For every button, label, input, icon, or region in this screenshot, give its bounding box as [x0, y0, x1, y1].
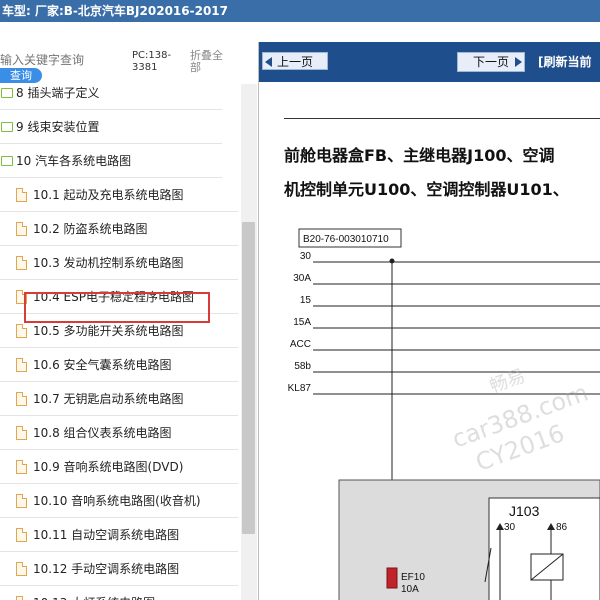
page-rule: [284, 118, 600, 119]
tree-scrollbar[interactable]: [241, 84, 257, 600]
arrow-right-icon: [515, 57, 522, 67]
tree-item-label: 10.12 手动空调系统电路图: [33, 562, 180, 576]
tree-item-label: 10.6 安全气囊系统电路图: [33, 358, 172, 372]
fuse-icon: [386, 567, 398, 589]
tree-doc-item[interactable]: 10.8 组合仪表系统电路图: [0, 416, 238, 450]
tree-doc-item[interactable]: 10.11 自动空调系统电路图: [0, 518, 238, 552]
document-page: 前舱电器盒FB、主继电器J100、空调 机控制单元U100、空调控制器U101、…: [259, 82, 600, 600]
scrollbar-thumb[interactable]: [242, 222, 255, 534]
tree-item-label: 10 汽车各系统电路图: [16, 154, 132, 168]
document-icon: [16, 595, 27, 600]
prev-page-label: 上一页: [277, 55, 314, 69]
junction-dot: [389, 258, 395, 264]
pin30-label: 30: [504, 522, 516, 533]
next-page-button[interactable]: 下一页: [457, 52, 525, 72]
document-icon: [16, 425, 27, 440]
folder-icon: [1, 121, 13, 132]
pc-label: PC:138-3381: [132, 50, 172, 73]
tree-item-label: 9 线束安装位置: [16, 120, 100, 134]
tree-doc-item[interactable]: 10.2 防盗系统电路图: [0, 212, 238, 246]
next-page-label: 下一页: [472, 55, 509, 69]
tree-item-label: 10.9 音响系统电路图(DVD): [33, 460, 184, 474]
tree-doc-item[interactable]: 10.1 起动及充电系统电路图: [0, 178, 238, 212]
selected-item-highlight: [24, 292, 210, 323]
tree-item-label: 10.8 组合仪表系统电路图: [33, 426, 172, 440]
document-icon: [16, 459, 27, 474]
document-icon: [16, 391, 27, 406]
tree-item-label: 10.3 发动机控制系统电路图: [33, 256, 184, 270]
document-viewer: 上一页 下一页 [刷新当前 前舱电器盒FB、主继电器J100、空调 机控制单元U…: [259, 42, 600, 600]
search-input[interactable]: [0, 50, 128, 70]
tree-folder-item[interactable]: 10 汽车各系统电路图: [0, 144, 222, 178]
arrow-left-icon: [265, 57, 272, 67]
pin86-label: 86: [556, 522, 568, 533]
document-icon: [16, 187, 27, 202]
window-title: 车型: 厂家:B-北京汽车BJ202016-2017: [2, 4, 228, 18]
relay-label-bg: [477, 512, 487, 522]
rail-label: 15: [300, 295, 312, 306]
tree-doc-item[interactable]: 10.6 安全气囊系统电路图: [0, 348, 238, 382]
document-icon: [16, 493, 27, 508]
tree-folder-item[interactable]: 8 插头端子定义: [0, 84, 222, 110]
folder-icon: [1, 87, 13, 98]
tree-item-label: 10.10 音响系统电路图(收音机): [33, 494, 201, 508]
fuse-rating: 10A: [401, 584, 419, 595]
tree-item-label: 10.13 大灯系统电路图: [33, 594, 155, 600]
document-icon: [16, 527, 27, 542]
refresh-link[interactable]: [刷新当前: [538, 53, 592, 70]
viewer-toolbar: 上一页 下一页 [刷新当前: [259, 42, 600, 82]
document-icon: [16, 221, 27, 236]
document-icon: [16, 255, 27, 270]
rail-label: ACC: [290, 339, 311, 350]
folder-icon: [1, 155, 13, 166]
tree-doc-item[interactable]: 10.7 无钥匙启动系统电路图: [0, 382, 238, 416]
relay-outline: [488, 497, 600, 600]
fuse-name: EF10: [401, 572, 425, 583]
rail-label: KL87: [288, 383, 312, 394]
relay-name: J103: [509, 503, 540, 519]
rail-label: 58b: [294, 361, 311, 372]
diagram-title-line1: 前舱电器盒FB、主继电器J100、空调: [284, 146, 555, 165]
tree-item-label: 10.5 多功能开关系统电路图: [33, 324, 184, 338]
diagram-title-line2: 机控制单元U100、空调控制器U101、: [284, 180, 569, 199]
title-bar: 车型: 厂家:B-北京汽车BJ202016-2017: [0, 0, 600, 22]
tree-doc-item[interactable]: 10.12 手动空调系统电路图: [0, 552, 238, 586]
connector-code: B20-76-003010710: [303, 234, 389, 245]
tree-item-label: 10.11 自动空调系统电路图: [33, 528, 180, 542]
tree-folder-item[interactable]: 9 线束安装位置: [0, 110, 222, 144]
left-panel: 查询 PC:138-3381 折叠全部 8 插头端子定义 9 线束安装位置 10 汽…: [0, 42, 259, 600]
rail-label: 30: [300, 251, 312, 262]
tree-doc-item[interactable]: 10.3 发动机控制系统电路图: [0, 246, 238, 280]
power-rails: 30 30A 15 15A ACC 58b KL87: [288, 251, 600, 395]
rail-label: 15A: [293, 317, 311, 328]
tree-item-label: 8 插头端子定义: [16, 86, 100, 100]
tree-item-label: 10.2 防盗系统电路图: [33, 222, 148, 236]
tree-item-label: 10.1 起动及充电系统电路图: [33, 188, 184, 202]
search-button[interactable]: 查询: [0, 68, 42, 83]
document-icon: [16, 357, 27, 372]
tree-view: 8 插头端子定义 9 线束安装位置 10 汽车各系统电路图 10.1 起动及充电系统电…: [0, 84, 240, 600]
tree-doc-item[interactable]: 10.10 音响系统电路图(收音机): [0, 484, 238, 518]
tree-item-label: 10.7 无钥匙启动系统电路图: [33, 392, 184, 406]
document-icon: [16, 323, 27, 338]
collapse-all-button[interactable]: 折叠全部: [190, 50, 230, 74]
tree-doc-item[interactable]: 10.9 音响系统电路图(DVD): [0, 450, 238, 484]
tree-doc-item[interactable]: 10.13 大灯系统电路图: [0, 586, 238, 600]
rail-label: 30A: [293, 273, 311, 284]
prev-page-button[interactable]: 上一页: [262, 52, 328, 70]
document-icon: [16, 561, 27, 576]
